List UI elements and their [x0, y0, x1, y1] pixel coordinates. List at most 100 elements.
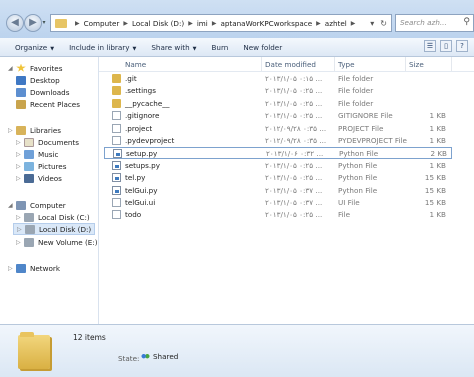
column-type[interactable]: Type [338, 60, 355, 69]
table-row[interactable]: .git ۲۰۱۳/۱/۰۵ ۰:۱۵ ... File folder [104, 73, 452, 85]
column-divider[interactable] [451, 57, 452, 71]
file-size: 1 KB [429, 210, 446, 220]
file-name: .gitignore [125, 111, 160, 121]
table-row[interactable]: .gitignore ۲۰۱۳/۱/۰۵ ۰:۲۵ ... GITIGNORE Fi… [104, 110, 452, 122]
nav-local-disk-c[interactable]: ▷ Local Disk (C:) [16, 211, 90, 223]
column-divider[interactable] [334, 57, 335, 71]
file-name: telGui.py [125, 185, 158, 195]
expand-arrow-icon[interactable]: ▷ [16, 239, 24, 246]
burn-button[interactable]: Burn [211, 43, 228, 52]
search-input[interactable]: Search azh... ⚲ [395, 14, 474, 32]
nav-pictures[interactable]: ▷ Pictures [16, 160, 66, 172]
nav-computer[interactable]: ◢ Computer [8, 199, 66, 211]
file-size: 1 KB [429, 123, 446, 133]
table-row[interactable]: tel.py ۲۰۱۳/۱/۰۵ ۰:۲۵ ... Python File 15 KB [104, 172, 452, 184]
file-type: PROJECT File [338, 123, 384, 133]
table-row[interactable]: telGui.py ۲۰۱۳/۱/۰۵ ۰:۳۷ ... Python File 15… [104, 185, 452, 197]
file-date: ۲۰۱۲/۰۹/۲۸ ۰:۳۵ ... [265, 123, 327, 133]
table-row[interactable]: .project ۲۰۱۲/۰۹/۲۸ ۰:۳۵ ... PROJECT File 1… [104, 123, 452, 135]
expand-arrow-icon[interactable]: ▷ [16, 151, 24, 158]
new-folder-button[interactable]: New folder [243, 43, 282, 52]
file-icon [112, 111, 121, 121]
file-size: 15 KB [424, 185, 446, 195]
nav-videos[interactable]: ▷ Videos [16, 172, 62, 184]
table-row[interactable]: __pycache__ ۲۰۱۳/۱/۰۵ ۰:۲۵ ... File folder [104, 98, 452, 110]
include-in-library-button[interactable]: Include in library ▼ [69, 43, 136, 52]
breadcrumb-local-disk-d[interactable]: Local Disk (D:) [132, 19, 184, 28]
file-size: 2 KB [430, 149, 447, 159]
file-name: .settings [125, 86, 156, 96]
view-options-icon[interactable]: ☰ [424, 40, 436, 52]
expand-arrow-icon[interactable]: ▷ [16, 163, 24, 170]
expand-arrow-icon[interactable]: ▷ [16, 139, 24, 146]
expand-arrow-icon[interactable]: ▷ [16, 175, 24, 182]
state-label: State: [118, 354, 140, 363]
chevron-right-icon[interactable]: ▶ [316, 20, 321, 27]
nav-libraries[interactable]: ▷ Libraries [8, 124, 61, 136]
nav-local-disk-d[interactable]: ▷ Local Disk (D:) [13, 223, 95, 235]
collapse-arrow-icon[interactable]: ▷ [8, 127, 16, 134]
nav-label: Downloads [30, 87, 70, 97]
table-row[interactable]: setups.py ۲۰۱۳/۱/۰۵ ۰:۲۵ ... Python File 1 … [104, 160, 452, 172]
chevron-right-icon[interactable]: ▶ [351, 20, 356, 27]
table-row[interactable]: setup.py ۲۰۱۳/۱/۰۶ ۰:۳۲ ... Python File 2 K… [104, 147, 452, 160]
file-size: 15 KB [424, 173, 446, 183]
nav-downloads[interactable]: Downloads [16, 86, 69, 98]
chevron-right-icon[interactable]: ▶ [212, 20, 217, 27]
table-row[interactable]: .pydevproject ۲۰۱۲/۰۹/۲۸ ۰:۳۵ ... PYDEVPRO… [104, 135, 452, 147]
column-size[interactable]: Size [409, 60, 424, 69]
file-date: ۲۰۱۳/۱/۰۵ ۰:۲۵ ... [265, 210, 323, 220]
file-type: File folder [338, 74, 374, 83]
preview-pane-icon[interactable]: ▯ [440, 40, 452, 52]
folder-icon [55, 18, 67, 28]
expand-arrow-icon[interactable]: ▷ [17, 226, 25, 233]
file-date: ۲۰۱۳/۱/۰۵ ۰:۲۵ ... [265, 111, 323, 121]
nav-label: New Volume (E:) [38, 237, 98, 247]
table-row[interactable]: todo ۲۰۱۳/۱/۰۵ ۰:۲۵ ... File 1 KB [104, 209, 452, 221]
nav-music[interactable]: ▷ Music [16, 148, 58, 160]
file-name: __pycache__ [125, 98, 170, 108]
help-icon[interactable]: ? [456, 40, 468, 52]
chevron-right-icon[interactable]: ▶ [188, 20, 193, 27]
folder-icon [112, 74, 121, 83]
collapse-arrow-icon[interactable]: ◢ [8, 202, 16, 209]
table-row[interactable]: .settings ۲۰۱۳/۱/۰۵ ۰:۲۵ ... File folder [104, 85, 452, 97]
nav-new-volume-e[interactable]: ▷ New Volume (E:) [16, 236, 98, 248]
address-field[interactable]: ▶ Computer ▶ Local Disk (D:) ▶ imi ▶ apt… [50, 14, 392, 32]
search-icon[interactable]: ⚲ [463, 17, 470, 27]
file-name: setup.py [126, 149, 158, 159]
organize-button[interactable]: Organize ▼ [15, 43, 54, 52]
address-dropdown-icon[interactable]: ▾ [370, 19, 374, 28]
column-date-modified[interactable]: Date modified [265, 60, 316, 69]
table-row[interactable]: telGui.ui ۲۰۱۳/۱/۰۵ ۰:۳۷ ... UI File 15 KB [104, 197, 452, 209]
refresh-icon[interactable]: ↻ [380, 19, 387, 28]
chevron-right-icon[interactable]: ▶ [75, 20, 80, 27]
nav-favorites[interactable]: ◢ Favorites [8, 62, 62, 74]
expand-arrow-icon[interactable]: ▷ [8, 265, 16, 272]
nav-documents[interactable]: ▷ Documents [16, 136, 79, 148]
back-button[interactable]: ◀ [6, 14, 24, 32]
item-count: 12 items [73, 333, 106, 342]
breadcrumb-workspace[interactable]: aptanaWorKPCworkspace [220, 19, 312, 28]
breadcrumb-azhtel[interactable]: azhtel [325, 19, 347, 28]
file-icon [112, 136, 121, 145]
column-name[interactable]: Name [125, 60, 146, 69]
breadcrumb-imi[interactable]: imi [197, 19, 208, 28]
downloads-icon [16, 87, 26, 97]
breadcrumb-computer[interactable]: Computer [84, 19, 120, 28]
drive-icon [24, 237, 34, 247]
nav-desktop[interactable]: Desktop [16, 74, 60, 86]
chevron-right-icon[interactable]: ▶ [123, 20, 128, 27]
recent-pages-dropdown-icon[interactable]: ▾ [40, 19, 48, 27]
computer-icon [16, 200, 26, 210]
expand-arrow-icon[interactable]: ▷ [16, 214, 24, 221]
pictures-icon [24, 161, 34, 171]
nav-network[interactable]: ▷ Network [8, 262, 60, 274]
file-name: tel.py [125, 173, 146, 183]
share-with-button[interactable]: Share with ▼ [151, 43, 196, 52]
column-divider[interactable] [261, 57, 262, 71]
collapse-arrow-icon[interactable]: ◢ [8, 65, 16, 72]
nav-label: Recent Places [30, 99, 80, 109]
nav-recent-places[interactable]: Recent Places [16, 98, 80, 110]
column-divider[interactable] [405, 57, 406, 71]
